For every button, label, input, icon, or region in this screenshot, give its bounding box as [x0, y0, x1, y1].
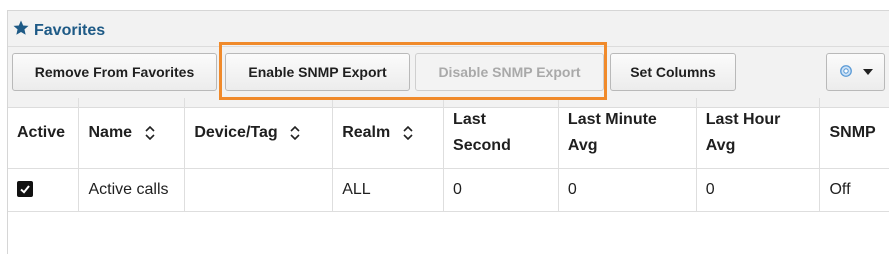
column-header-realm[interactable]: Realm: [332, 98, 445, 169]
sort-icon[interactable]: [403, 125, 413, 140]
sort-icon[interactable]: [144, 125, 155, 140]
favorites-table: Active Name Device/Tag Realm Last Second …: [8, 98, 889, 212]
star-icon: [12, 19, 34, 42]
cell-last-hour-avg: 0: [696, 168, 821, 212]
cell-device-tag: [184, 168, 334, 212]
cell-name: Active calls: [78, 168, 186, 212]
column-header-last-second[interactable]: Last Second: [443, 98, 559, 169]
column-header-last-minute-avg[interactable]: Last Minute Avg: [558, 98, 697, 169]
set-columns-button[interactable]: Set Columns: [610, 53, 736, 91]
cell-last-minute-avg: 0: [558, 168, 697, 212]
column-header-device-tag[interactable]: Device/Tag: [184, 98, 334, 169]
enable-snmp-export-button[interactable]: Enable SNMP Export: [225, 53, 410, 91]
cell-snmp: Off: [819, 168, 889, 212]
active-checkbox[interactable]: [17, 180, 33, 197]
cell-last-second: 0: [443, 168, 559, 212]
gear-icon: [839, 64, 853, 81]
panel-title-label: Favorites: [34, 21, 106, 39]
sort-icon[interactable]: [290, 125, 300, 140]
remove-from-favorites-button[interactable]: Remove From Favorites: [12, 53, 217, 91]
column-header-last-hour-avg[interactable]: Last Hour Avg: [696, 98, 821, 169]
panel-title: Favorites: [12, 19, 105, 42]
column-header-active[interactable]: Active: [8, 98, 80, 169]
table-header-row: Active Name Device/Tag Realm Last Second …: [8, 98, 889, 169]
column-header-snmp[interactable]: SNMP: [819, 98, 889, 169]
cell-active[interactable]: [8, 168, 80, 212]
cell-realm: ALL: [332, 168, 445, 212]
disable-snmp-export-button: Disable SNMP Export: [415, 53, 604, 91]
table-row[interactable]: Active calls ALL 0 0 0 Off: [8, 168, 889, 212]
chevron-down-icon: [862, 69, 873, 75]
panel-header: Favorites: [8, 11, 889, 47]
column-header-name[interactable]: Name: [78, 98, 186, 169]
favorites-panel: Favorites Remove From Favorites Enable S…: [7, 10, 889, 254]
check-icon: [20, 184, 30, 194]
settings-dropdown-button[interactable]: [826, 53, 885, 91]
